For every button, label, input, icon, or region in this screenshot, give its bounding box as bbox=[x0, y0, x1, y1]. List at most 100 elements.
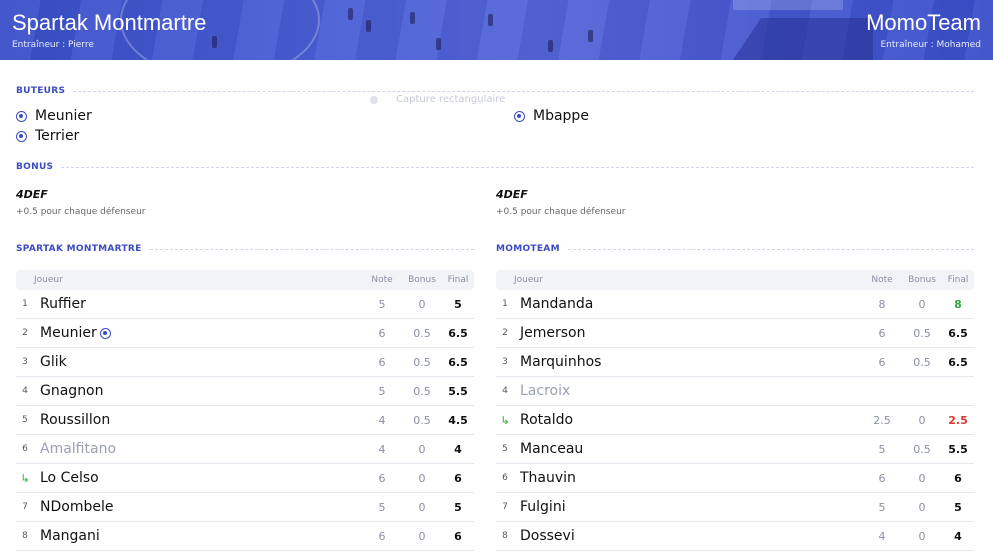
player-note: 5 bbox=[878, 442, 886, 456]
player-row[interactable]: ↳ Rotaldo 2.5 0 2.5 bbox=[496, 406, 974, 435]
player-bonus: 0.5 bbox=[913, 355, 931, 369]
player-number: 6 bbox=[22, 444, 28, 454]
goal-ball-icon bbox=[16, 110, 27, 122]
player-bonus: 0.5 bbox=[913, 326, 931, 340]
player-number: 5 bbox=[502, 444, 508, 454]
player-row[interactable]: 1 Ruffier 5 0 5 bbox=[16, 290, 474, 319]
player-name: Thauvin bbox=[514, 470, 862, 486]
player-bonus: 0 bbox=[918, 413, 926, 427]
player-row[interactable]: 5 Roussillon 4 0.5 4.5 bbox=[16, 406, 474, 435]
away-bonus-name: 4DEF bbox=[496, 188, 528, 201]
divider bbox=[73, 90, 974, 92]
player-row[interactable]: 5 Manceau 5 0.5 5.5 bbox=[496, 435, 974, 464]
player-final: 6 bbox=[454, 471, 462, 485]
player-name: Amalfitano bbox=[34, 441, 362, 457]
home-team-name: Spartak Montmartre bbox=[12, 10, 207, 35]
away-bonus-description: +0.5 pour chaque défenseur bbox=[496, 207, 626, 217]
scorer-name: Meunier bbox=[35, 108, 92, 124]
home-table-title-text: SPARTAK MONTMARTRE bbox=[16, 244, 142, 254]
player-bonus: 0 bbox=[918, 471, 926, 485]
player-figure bbox=[366, 20, 371, 32]
bonus-section-title: BONUS bbox=[16, 162, 974, 172]
player-name: Marquinhos bbox=[514, 354, 862, 370]
away-table-title-text: MOMOTEAM bbox=[496, 244, 560, 254]
player-row[interactable]: 2 Jemerson 6 0.5 6.5 bbox=[496, 319, 974, 348]
player-note: 2.5 bbox=[873, 413, 891, 427]
scorer-name: Mbappe bbox=[533, 108, 589, 124]
player-row[interactable]: 8 Mangani 6 0 6 bbox=[16, 522, 474, 551]
player-row[interactable]: 7 Fulgini 5 0 5 bbox=[496, 493, 974, 522]
away-table-title: MOMOTEAM bbox=[496, 244, 974, 254]
away-scorer: Mbappe bbox=[514, 108, 589, 124]
player-final: 6 bbox=[954, 471, 962, 485]
capture-icon bbox=[370, 95, 378, 104]
player-bonus: 0.5 bbox=[413, 384, 431, 398]
bonus-column-header: Bonus bbox=[908, 275, 936, 285]
player-name-text: Marquinhos bbox=[520, 354, 602, 370]
player-final: 6.5 bbox=[948, 326, 968, 340]
player-name: Ruffier bbox=[34, 296, 362, 312]
player-row[interactable]: 1 Mandanda 8 0 8 bbox=[496, 290, 974, 319]
bonus-column-header: Bonus bbox=[408, 275, 436, 285]
player-name: Dossevi bbox=[514, 528, 862, 544]
player-name: Mandanda bbox=[514, 296, 862, 312]
home-bonus-name: 4DEF bbox=[16, 188, 48, 201]
player-row[interactable]: 2 Meunier 6 0.5 6.5 bbox=[16, 319, 474, 348]
player-name: Rotaldo bbox=[514, 412, 862, 428]
note-column-header: Note bbox=[371, 275, 393, 285]
home-bonus-description: +0.5 pour chaque défenseur bbox=[16, 207, 146, 217]
player-name-text: Amalfitano bbox=[40, 441, 117, 457]
player-note: 8 bbox=[878, 297, 886, 311]
away-lineup-table: Joueur Note Bonus Final 1 Mandanda 8 0 8 2 Jem… bbox=[496, 270, 974, 551]
final-column-header: Final bbox=[447, 275, 469, 285]
player-final: 5 bbox=[454, 297, 462, 311]
player-final: 6 bbox=[454, 529, 462, 543]
player-bonus: 0 bbox=[418, 471, 426, 485]
player-note: 6 bbox=[878, 471, 886, 485]
player-final: 5.5 bbox=[948, 442, 968, 456]
player-row[interactable]: 8 Dossevi 4 0 4 bbox=[496, 522, 974, 551]
player-bonus: 0.5 bbox=[913, 442, 931, 456]
goal-ball-icon bbox=[99, 327, 111, 339]
player-number: 3 bbox=[502, 357, 508, 367]
player-figure bbox=[588, 30, 593, 42]
player-final: 4 bbox=[454, 442, 462, 456]
player-name: Lacroix bbox=[514, 383, 862, 399]
scorer-name: Terrier bbox=[35, 128, 80, 144]
player-number: 1 bbox=[22, 299, 28, 309]
player-name-text: Rotaldo bbox=[520, 412, 574, 428]
player-final: 6.5 bbox=[448, 326, 468, 340]
player-final: 4.5 bbox=[448, 413, 468, 427]
player-name-text: Glik bbox=[40, 354, 67, 370]
player-figure bbox=[548, 40, 553, 52]
player-name-text: Meunier bbox=[40, 325, 97, 341]
player-number: 6 bbox=[502, 473, 508, 483]
player-name-text: Ruffier bbox=[40, 296, 86, 312]
player-row[interactable]: 4 Lacroix bbox=[496, 377, 974, 406]
player-note: 6 bbox=[378, 529, 386, 543]
player-bonus: 0 bbox=[918, 529, 926, 543]
player-row[interactable]: 6 Thauvin 6 0 6 bbox=[496, 464, 974, 493]
player-number: 4 bbox=[22, 386, 28, 396]
player-note: 6 bbox=[878, 355, 886, 369]
player-note: 6 bbox=[378, 326, 386, 340]
player-name: Lo Celso bbox=[34, 470, 362, 486]
player-final: 2.5 bbox=[948, 413, 968, 427]
player-row[interactable]: 6 Amalfitano 4 0 4 bbox=[16, 435, 474, 464]
player-number: 7 bbox=[502, 502, 508, 512]
player-bonus: 0.5 bbox=[413, 413, 431, 427]
player-name-text: Mandanda bbox=[520, 296, 594, 312]
player-row[interactable]: 4 Gnagnon 5 0.5 5.5 bbox=[16, 377, 474, 406]
player-row[interactable]: ↳ Lo Celso 6 0 6 bbox=[16, 464, 474, 493]
player-figure bbox=[436, 38, 441, 50]
player-note: 5 bbox=[878, 500, 886, 514]
player-row[interactable]: 3 Glik 6 0.5 6.5 bbox=[16, 348, 474, 377]
goal-ball-icon bbox=[16, 130, 27, 142]
player-final: 5 bbox=[954, 500, 962, 514]
player-row[interactable]: 3 Marquinhos 6 0.5 6.5 bbox=[496, 348, 974, 377]
home-lineup-table: Joueur Note Bonus Final 1 Ruffier 5 0 5 2 Meun… bbox=[16, 270, 474, 551]
player-figure bbox=[348, 8, 353, 20]
final-column-header: Final bbox=[947, 275, 969, 285]
player-row[interactable]: 7 NDombele 5 0 5 bbox=[16, 493, 474, 522]
table-header: Joueur Note Bonus Final bbox=[16, 270, 474, 290]
